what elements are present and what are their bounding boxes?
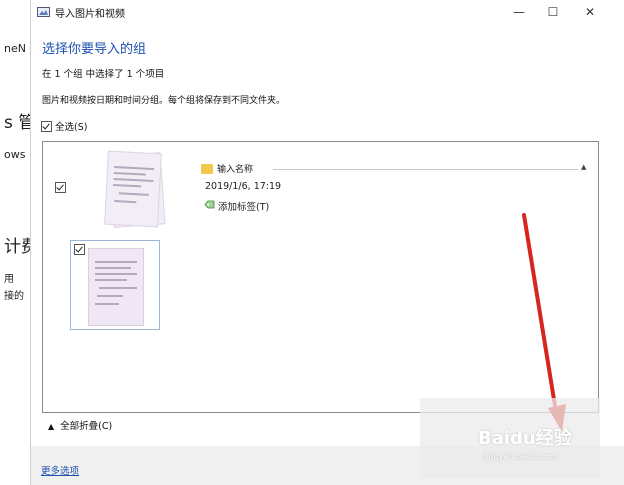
page-thumbnail: [88, 248, 144, 326]
group-date: 2019/1/6, 17:19: [205, 181, 282, 192]
text-line: [118, 192, 149, 196]
background-text: 接的: [4, 291, 24, 302]
group-name-input[interactable]: 输入名称: [217, 162, 253, 175]
add-tag-link[interactable]: 添加标签(T): [218, 199, 269, 213]
watermark-url: jingyan.baidu.com: [484, 452, 558, 461]
background-text: neN: [4, 42, 26, 55]
close-button[interactable]: ✕: [580, 3, 600, 21]
text-line: [99, 287, 137, 289]
group-thumbnail[interactable]: [101, 150, 167, 230]
text-line: [113, 177, 154, 183]
maximize-button[interactable]: ☐: [543, 3, 563, 21]
text-line: [95, 279, 127, 281]
selected-item-thumbnail[interactable]: [70, 240, 160, 330]
background-window: neN s 管 ows 计费 用 接的: [0, 0, 32, 485]
selection-info: 在 1 个组 中选择了 1 个项目: [42, 69, 165, 80]
background-text: 计费: [4, 237, 32, 257]
collapse-group-icon[interactable]: ▲: [581, 163, 586, 171]
photos-app-icon: [37, 7, 50, 17]
background-text: ows: [4, 148, 26, 161]
page-thumbnail-front: [104, 150, 162, 228]
text-line: [97, 295, 123, 297]
dialog-heading: 选择你要导入的组: [42, 42, 147, 57]
text-line: [114, 165, 155, 171]
text-line: [113, 171, 146, 176]
text-line: [95, 261, 137, 263]
more-options-link[interactable]: 更多选项: [41, 463, 79, 477]
window-title: 导入图片和视频: [55, 9, 125, 20]
checkbox-checked-icon: [41, 120, 52, 132]
chevron-up-icon: ▲: [48, 422, 55, 431]
title-bar: 导入图片和视频 — ☐ ✕: [31, 0, 624, 24]
folder-icon: [201, 164, 213, 174]
text-line: [113, 183, 142, 188]
text-line: [95, 303, 119, 305]
minimize-button[interactable]: —: [509, 3, 529, 21]
tag-icon: [204, 200, 215, 209]
group-checkbox[interactable]: [55, 182, 66, 193]
item-checkbox[interactable]: [74, 244, 85, 255]
text-line: [95, 267, 131, 269]
select-all-checkbox[interactable]: 全选(S): [41, 119, 87, 133]
collapse-all-button[interactable]: ▲ 全部折叠(C): [48, 418, 112, 432]
background-text: 用: [4, 274, 14, 285]
collapse-all-label: 全部折叠(C): [60, 421, 113, 432]
select-all-label: 全选(S): [55, 122, 88, 133]
items-panel[interactable]: 输入名称 ▲ 2019/1/6, 17:19 添加标签(T): [42, 141, 599, 413]
group-divider: [273, 169, 578, 170]
watermark-logo: Baidu经验: [478, 428, 572, 449]
text-line: [114, 200, 137, 204]
background-text: s 管: [4, 113, 32, 133]
grouping-info: 图片和视频按日期和时间分组。每个组将保存到不同文件夹。: [42, 96, 286, 106]
text-line: [95, 273, 137, 275]
